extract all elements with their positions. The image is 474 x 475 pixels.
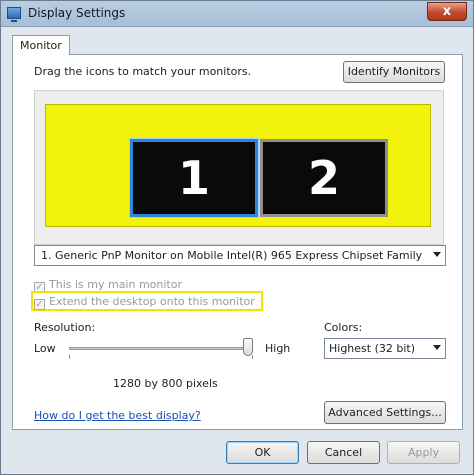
title-bar[interactable]: Display Settings x <box>1 1 473 27</box>
close-button[interactable]: x <box>427 2 467 21</box>
colors-select[interactable]: Highest (32 bit) <box>324 338 446 359</box>
monitor-select-value: 1. Generic PnP Monitor on Mobile Intel(R… <box>41 249 423 262</box>
extend-desktop-label: Extend the desktop onto this monitor <box>49 295 255 308</box>
chevron-down-icon[interactable] <box>433 252 441 257</box>
extend-desktop-checkbox-row: ✓ Extend the desktop onto this monitor <box>34 295 255 310</box>
resolution-slider-ticks <box>69 355 253 359</box>
monitor-2-number: 2 <box>307 151 340 205</box>
colors-select-value: Highest (32 bit) <box>329 342 416 355</box>
resolution-value: 1280 by 800 pixels <box>113 377 218 390</box>
main-monitor-label: This is my main monitor <box>49 278 182 291</box>
monitor-1-number: 1 <box>177 151 210 205</box>
resolution-slider-thumb[interactable] <box>243 338 253 356</box>
extend-desktop-checkbox: ✓ <box>34 299 45 310</box>
monitor-2-icon[interactable]: 2 <box>260 139 388 217</box>
monitor-select[interactable]: 1. Generic PnP Monitor on Mobile Intel(R… <box>34 245 446 266</box>
colors-label: Colors: <box>324 321 363 334</box>
ok-button[interactable]: OK <box>226 441 299 464</box>
monitor-1-icon[interactable]: 1 <box>129 138 259 218</box>
resolution-high-label: High <box>265 342 291 355</box>
cancel-button[interactable]: Cancel <box>307 441 380 464</box>
display-settings-window: Display Settings x Monitor Drag the icon… <box>0 0 474 475</box>
chevron-down-icon[interactable] <box>433 345 441 350</box>
resolution-label: Resolution: <box>34 321 96 334</box>
tab-monitor[interactable]: Monitor <box>12 35 70 55</box>
monitor-arrangement-area: 1 2 <box>34 90 444 245</box>
drag-instruction: Drag the icons to match your monitors. <box>34 65 252 78</box>
window-title: Display Settings <box>28 6 126 20</box>
monitor-icon <box>7 7 21 22</box>
resolution-low-label: Low <box>34 342 56 355</box>
help-link[interactable]: How do I get the best display? <box>34 409 201 422</box>
monitor-arrangement-canvas: 1 2 <box>45 104 431 227</box>
advanced-settings-button[interactable]: Advanced Settings... <box>324 401 446 424</box>
resolution-slider-track[interactable] <box>69 347 253 350</box>
identify-monitors-button[interactable]: Identify Monitors <box>343 61 445 83</box>
apply-button[interactable]: Apply <box>387 441 460 464</box>
monitor-tab-panel: Drag the icons to match your monitors. I… <box>12 54 463 430</box>
